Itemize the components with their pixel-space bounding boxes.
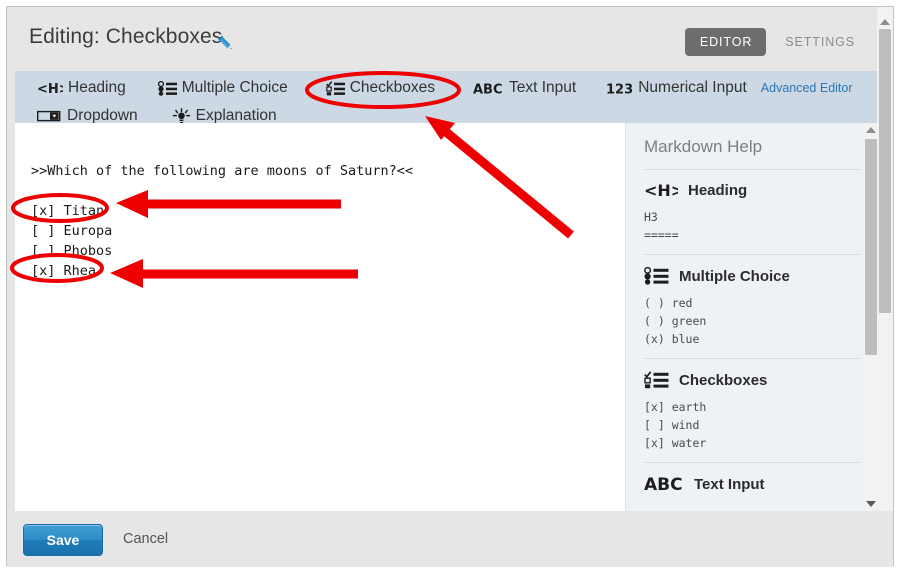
heading-icon: <H> [37,81,70,97]
toolbar-label-explanation: Explanation [195,107,277,125]
toolbar-label-multiple-choice: Multiple Choice [181,79,288,97]
help-panel-title: Markdown Help [644,137,763,156]
tab-editor[interactable]: EDITOR [684,28,767,56]
save-button[interactable]: Save [23,524,103,556]
dropdown-icon [36,109,62,123]
help-heading-code: H3 ===== [644,210,679,242]
help-scrollbar-thumb[interactable] [865,139,877,355]
svg-text:ABC: ABC [473,82,503,96]
abc-text-input-icon: ABC [473,81,504,97]
heading-icon: <H> [644,181,684,200]
help-section-heading: <H> Heading H3 ===== [644,169,861,254]
page-title: Editing: Checkboxes [29,25,223,48]
editor-option-0: [x] Titan [31,203,105,219]
window-scrollbar[interactable] [877,7,893,511]
pencil-icon[interactable] [215,33,237,55]
checkboxes-icon [325,80,345,96]
toolbar-button-multiple-choice[interactable]: Multiple Choice [157,79,288,97]
help-section-multiple-choice: Multiple Choice ( ) red ( ) green (x) bl… [644,254,861,358]
help-section-checkboxes: Checkboxes [x] earth [ ] wind [x] water [644,358,861,462]
window-footer: Save Cancel [7,511,893,567]
svg-text:<H>: <H> [37,82,63,96]
editor-option-3: [x] Rhea [31,263,97,279]
editor-textarea[interactable]: >>Which of the following are moons of Sa… [31,161,413,281]
tab-settings[interactable]: SETTINGS [770,28,869,56]
svg-text:123: 123 [606,82,633,96]
abc-text-input-icon: ABC [644,475,684,495]
help-checkboxes-label: Checkboxes [679,371,768,389]
app-screenshot: Editing: Checkboxes EDITOR SETTINGS <H H… [0,0,900,572]
toolbar-label-checkboxes: Checkboxes [349,79,436,97]
help-text-input-label: Text Input [694,475,765,493]
svg-text:ABC: ABC [644,475,683,493]
editor-window: Editing: Checkboxes EDITOR SETTINGS <H H… [6,6,894,567]
help-multiple-choice-label: Multiple Choice [679,267,790,285]
advanced-editor-link[interactable]: Advanced Editor [761,81,853,95]
editor-option-1: [ ] Europa [31,223,113,239]
toolbar-label-text-input: Text Input [509,79,577,97]
toolbar-button-dropdown[interactable]: Dropdown [36,107,138,125]
toolbar-button-numerical-input[interactable]: 123 Numerical Input [606,79,747,97]
toolbar-button-explanation[interactable]: Explanation [172,107,277,125]
view-tabs: EDITOR SETTINGS [684,28,869,56]
window-header: Editing: Checkboxes EDITOR SETTINGS [7,7,893,71]
toolbar-row-1: <H> Heading [15,75,879,101]
markdown-editor-pane[interactable]: >>Which of the following are moons of Sa… [15,123,617,511]
multiple-choice-icon [157,80,177,96]
editor-content-area: >>Which of the following are moons of Sa… [15,123,879,511]
svg-text:<H>: <H> [644,182,678,199]
help-heading-label: Heading [688,182,748,199]
window-scrollbar-thumb[interactable] [879,29,891,313]
editor-option-2: [ ] Phobos [31,243,113,259]
help-multiple-choice-code: ( ) red ( ) green (x) blue [644,296,707,346]
checkboxes-icon [644,371,669,389]
multiple-choice-icon [644,266,669,285]
toolbar-label-heading: Heading [68,79,126,97]
toolbar-button-checkboxes[interactable]: Checkboxes [325,79,436,97]
markdown-help-pane: Markdown Help <H> Heading H3 ===== [625,123,879,511]
window-scroll-up-arrow[interactable] [877,15,893,29]
help-section-text-input: ABC Text Input [644,462,861,511]
editor-prompt-line: >>Which of the following are moons of Sa… [31,163,414,179]
explanation-icon [172,107,191,125]
toolbar-button-text-input[interactable]: ABC Text Input [473,79,577,97]
markdown-toolbar: <H> Heading [15,71,879,123]
numeric-123-icon: 123 [606,81,633,97]
toolbar-label-numerical-input: Numerical Input [638,79,747,97]
cancel-link[interactable]: Cancel [123,531,168,547]
toolbar-label-dropdown: Dropdown [67,107,138,125]
help-checkboxes-code: [x] earth [ ] wind [x] water [644,400,707,450]
toolbar-button-heading[interactable]: <H> Heading [37,80,126,96]
